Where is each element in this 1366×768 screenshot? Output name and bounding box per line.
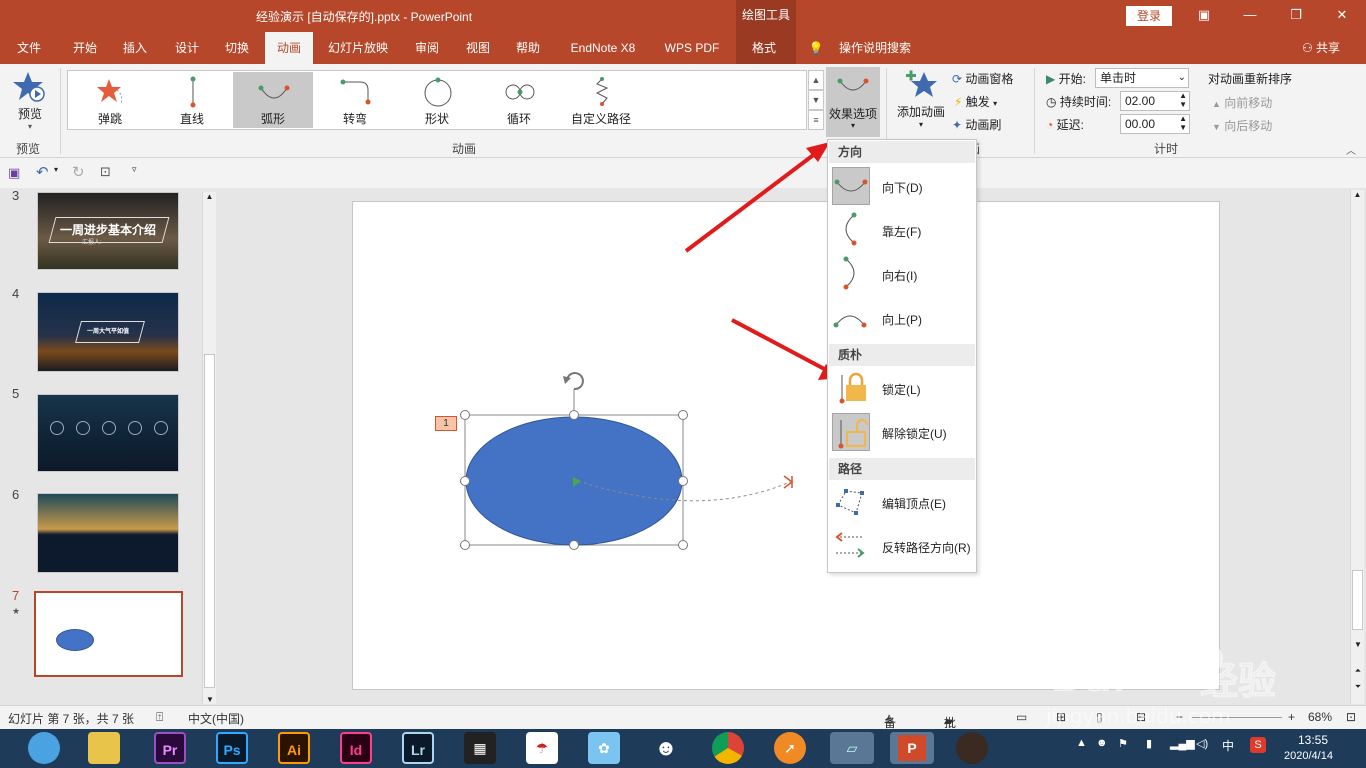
- qq-icon[interactable]: ☻: [650, 732, 682, 764]
- animation-number-tag[interactable]: 1: [435, 416, 457, 431]
- annotation-arrow: [731, 318, 842, 380]
- network-icon[interactable]: ▂▄▆: [1170, 737, 1195, 750]
- scroll-down-icon[interactable]: ▼: [1351, 640, 1365, 649]
- menu-label: 锁定(L): [882, 383, 921, 397]
- next-slide-icon[interactable]: ⏷: [1351, 682, 1365, 692]
- video-editor-icon[interactable]: ▦: [464, 732, 496, 764]
- menu-item-left[interactable]: 靠左(F): [828, 208, 976, 252]
- premiere-icon[interactable]: Pr: [154, 732, 186, 764]
- edit-points-icon: [832, 483, 870, 521]
- scroll-up-icon[interactable]: ▲: [1351, 190, 1364, 199]
- browser-icon[interactable]: ➚: [774, 732, 806, 764]
- reverse-path-icon: [832, 527, 870, 565]
- fit-slide-icon[interactable]: ⊡: [1346, 710, 1356, 724]
- zoom-out-icon[interactable]: −: [1176, 710, 1183, 724]
- menu-label: 向上(P): [882, 313, 922, 327]
- ime-indicator[interactable]: 中: [1222, 737, 1234, 754]
- reading-view-icon[interactable]: ▯: [1096, 710, 1103, 724]
- slideshow-view-icon[interactable]: ⊟: [1136, 710, 1146, 724]
- slide-info: 幻灯片 第 7 张，共 7 张: [8, 712, 135, 726]
- menu-header-simplicity: 质朴: [829, 344, 975, 366]
- taskbar: Pr Ps Ai Id Lr ▦ ☂ ✿ ☻ ➚ ▱ P ▲ ☻ ⚑ ▮ ▂▄▆…: [0, 729, 1366, 768]
- lightroom-icon[interactable]: Lr: [402, 732, 434, 764]
- tray-qq-icon[interactable]: ☻: [1096, 737, 1108, 749]
- powerpoint-icon: P: [898, 735, 926, 761]
- zoom-in-icon[interactable]: +: [1288, 710, 1295, 724]
- menu-item-down[interactable]: 向下(D): [828, 164, 976, 208]
- powerpoint-taskbar-button[interactable]: P: [890, 732, 934, 764]
- arc-down-icon: [832, 167, 870, 205]
- menu-header-path: 路径: [829, 458, 975, 480]
- menu-item-right[interactable]: 向右(I): [828, 252, 976, 296]
- language-indicator[interactable]: 中文(中国): [188, 710, 244, 727]
- status-bar: 幻灯片 第 7 张，共 7 张 ⍐ 中文(中国) ≜ 备注 ▰ 批注 ▭ ⊞ ▯…: [0, 705, 1366, 747]
- canvas-scrollbar[interactable]: ▲ ▼ ⏶ ⏷: [1350, 190, 1364, 704]
- menu-item-unlock[interactable]: 解除锁定(U): [828, 410, 976, 454]
- path-end-icon: [783, 475, 794, 489]
- tray-expand-icon[interactable]: ▲: [1076, 737, 1087, 749]
- photo-viewer-icon[interactable]: [956, 732, 988, 764]
- menu-label: 解除锁定(U): [882, 427, 947, 441]
- menu-item-lock[interactable]: 锁定(L): [828, 366, 976, 410]
- rotate-handle-icon[interactable]: [563, 372, 584, 391]
- prev-slide-icon[interactable]: ⏶: [1351, 666, 1365, 676]
- unlock-icon: [832, 413, 870, 451]
- chrome-icon[interactable]: [712, 732, 744, 764]
- menu-item-up[interactable]: 向上(P): [828, 296, 976, 340]
- notepad-icon[interactable]: ▱: [830, 732, 874, 764]
- menu-label: 反转路径方向(R): [882, 541, 971, 555]
- canvas-overlay: [460, 142, 842, 550]
- chat-app-icon[interactable]: ✿: [588, 732, 620, 764]
- start-orb-icon[interactable]: [28, 732, 60, 764]
- scroll-thumb[interactable]: [1352, 570, 1363, 630]
- arc-up-icon: [832, 299, 870, 337]
- effect-options-menu: 方向 向下(D) 靠左(F) 向右(I) 向上(P) 质朴 锁定(L) 解除锁定…: [827, 139, 977, 573]
- photoshop-icon[interactable]: Ps: [216, 732, 248, 764]
- lock-icon: [832, 369, 870, 407]
- normal-view-icon[interactable]: ▭: [1016, 710, 1027, 724]
- tray-status-icon[interactable]: ⚑: [1118, 737, 1128, 750]
- annotation-arrow: [684, 142, 830, 253]
- menu-header-direction: 方向: [829, 141, 975, 163]
- zoom-slider[interactable]: [1192, 717, 1282, 718]
- clock-date[interactable]: 2020/4/14: [1284, 750, 1333, 762]
- slide-sorter-icon[interactable]: ⊞: [1056, 710, 1066, 724]
- arc-right-icon: [832, 255, 870, 293]
- menu-item-edit-points[interactable]: 编辑顶点(E): [828, 480, 976, 524]
- clock-time[interactable]: 13:55: [1298, 733, 1328, 747]
- volume-icon[interactable]: ◁): [1196, 737, 1208, 750]
- indesign-icon[interactable]: Id: [340, 732, 372, 764]
- menu-label: 向下(D): [882, 181, 923, 195]
- umbrella-app-icon[interactable]: ☂: [526, 732, 558, 764]
- menu-item-reverse-path[interactable]: 反转路径方向(R): [828, 524, 976, 568]
- menu-label: 向右(I): [882, 269, 918, 283]
- illustrator-icon[interactable]: Ai: [278, 732, 310, 764]
- menu-label: 靠左(F): [882, 225, 922, 239]
- sogou-ime-icon[interactable]: S: [1250, 737, 1266, 753]
- battery-icon[interactable]: ▮: [1146, 737, 1152, 750]
- file-explorer-icon[interactable]: [88, 732, 120, 764]
- arc-left-icon: [832, 211, 870, 249]
- zoom-level[interactable]: 68%: [1308, 710, 1332, 724]
- menu-label: 编辑顶点(E): [882, 497, 946, 511]
- spellcheck-icon[interactable]: ⍐: [156, 710, 163, 725]
